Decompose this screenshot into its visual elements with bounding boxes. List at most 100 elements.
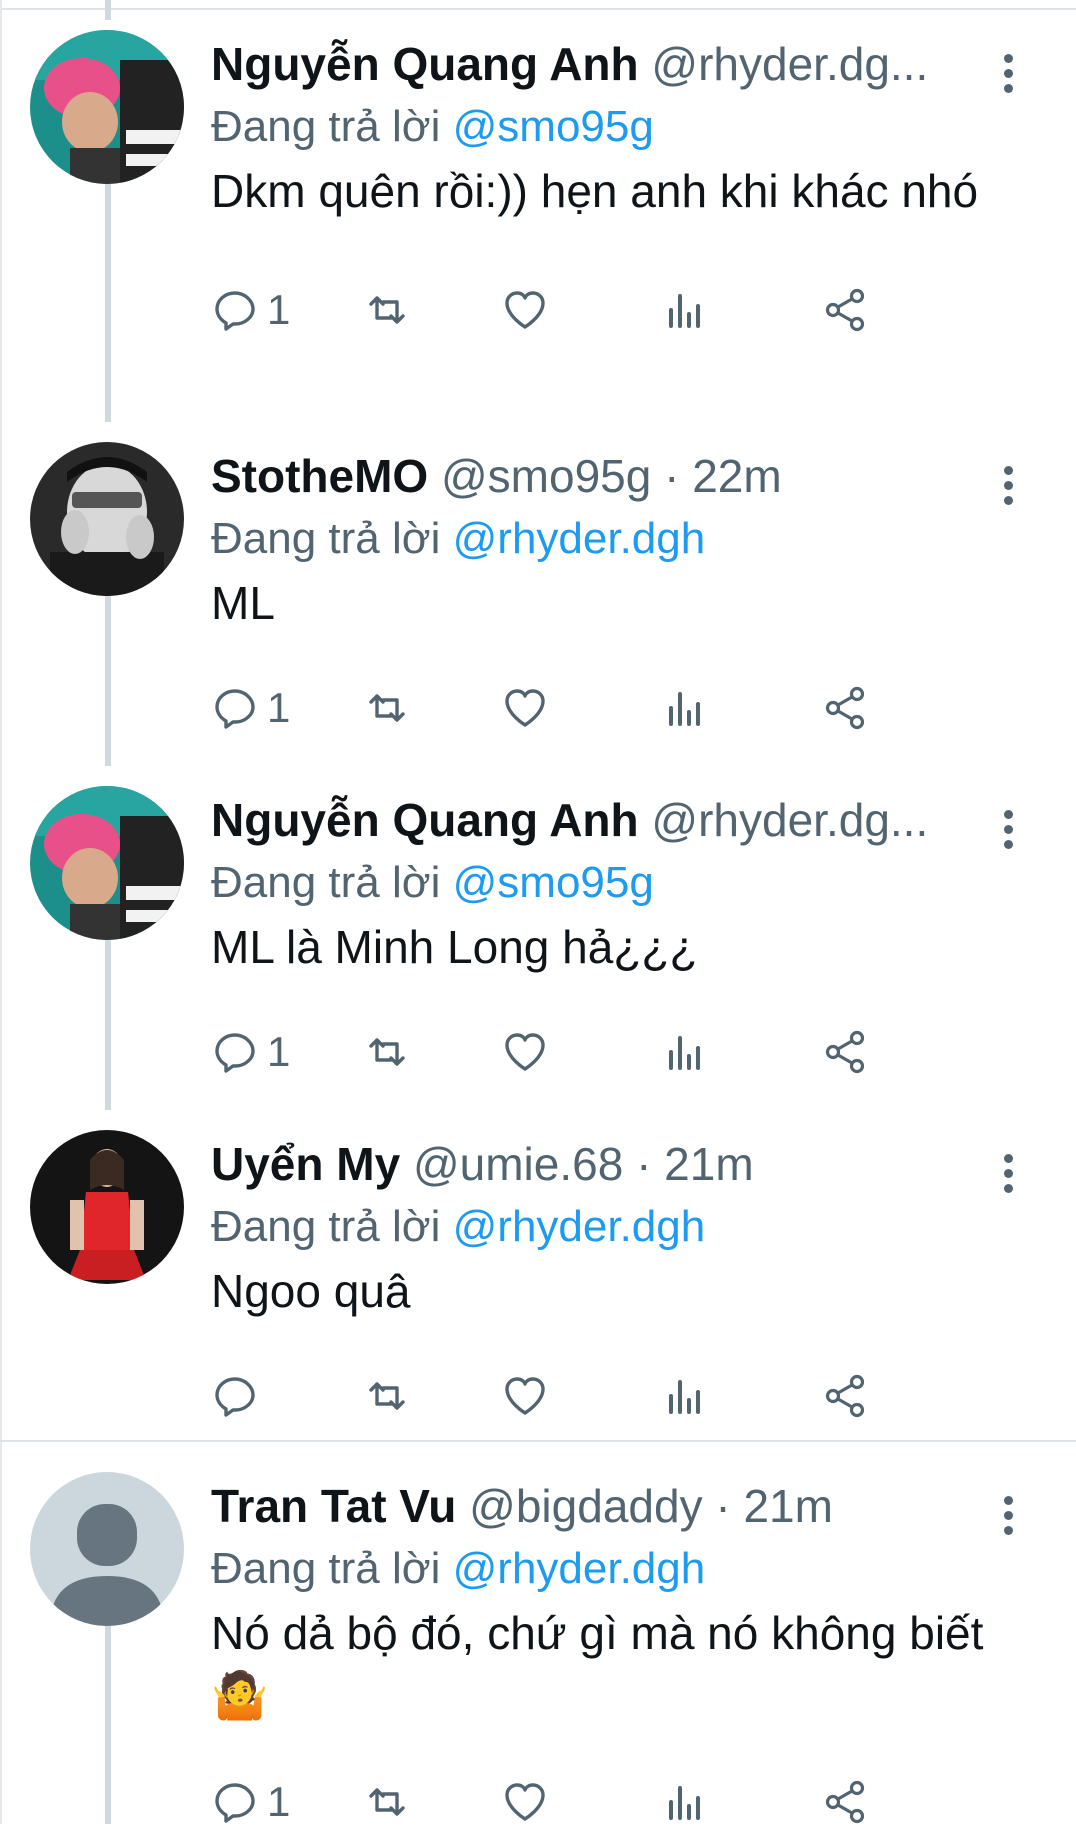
tweet[interactable]: Nguyễn Quang Anh @rhyder.dg... Đang trả …	[0, 766, 1076, 1106]
user-handle[interactable]: @rhyder.dg...	[651, 794, 928, 846]
retweet-icon	[369, 694, 405, 722]
tweet-text: Nó dả bộ đó, chứ gì mà nó không biết 🤷	[211, 1607, 984, 1721]
reply-button[interactable]: 1	[211, 678, 290, 738]
tweet[interactable]: Tran Tat Vu @bigdaddy · 21m Đang trả lời…	[0, 1452, 1076, 1825]
analytics-button[interactable]	[661, 1772, 709, 1832]
reply-mention[interactable]: @smo95g	[453, 858, 654, 907]
retweet-button[interactable]	[363, 678, 411, 738]
reply-mention[interactable]: @rhyder.dgh	[453, 1202, 706, 1251]
display-name[interactable]: Tran Tat Vu	[211, 1480, 456, 1532]
tweet-text: ML là Minh Long hả¿¿¿	[211, 921, 698, 973]
more-options-icon[interactable]	[998, 1492, 1018, 1542]
analytics-button[interactable]	[661, 1022, 709, 1082]
share-button[interactable]	[821, 280, 869, 340]
heart-icon	[505, 689, 545, 727]
more-options-icon[interactable]	[998, 806, 1018, 856]
tweet[interactable]: Nguyễn Quang Anh @rhyder.dg... Đang trả …	[0, 10, 1076, 420]
user-handle[interactable]: @umie.68 · 21m	[413, 1138, 754, 1190]
analytics-button[interactable]	[661, 678, 709, 738]
tweet-header: Tran Tat Vu @bigdaddy · 21m	[211, 1478, 833, 1534]
user-handle[interactable]: @bigdaddy · 21m	[469, 1480, 833, 1532]
analytics-button[interactable]	[661, 280, 709, 340]
reply-count: 1	[267, 684, 291, 731]
reply-button[interactable]: 1	[211, 1022, 290, 1082]
reply-icon	[215, 291, 255, 331]
more-options-icon[interactable]	[998, 462, 1018, 512]
share-button[interactable]	[821, 1022, 869, 1082]
analytics-icon	[669, 294, 700, 328]
tweet-header: Nguyễn Quang Anh @rhyder.dg...	[211, 792, 928, 848]
retweet-button[interactable]	[363, 1772, 411, 1832]
more-options-icon[interactable]	[998, 1150, 1018, 1200]
share-icon	[825, 1030, 865, 1074]
reply-icon	[215, 1377, 255, 1417]
tweet-actions	[211, 1366, 1011, 1426]
reply-button[interactable]	[211, 1366, 259, 1426]
share-button[interactable]	[821, 678, 869, 738]
retweet-button[interactable]	[363, 280, 411, 340]
tweet-text: Ngoo quâ	[211, 1265, 411, 1317]
heart-icon	[505, 291, 545, 329]
tweet-text: ML	[211, 577, 275, 629]
analytics-icon	[669, 1380, 700, 1414]
avatar[interactable]	[30, 1472, 184, 1626]
reply-count: 1	[267, 1028, 291, 1075]
reply-mention[interactable]: @rhyder.dgh	[453, 1544, 706, 1593]
tweet-actions: 1	[211, 280, 1011, 340]
like-button[interactable]	[501, 678, 549, 738]
like-button[interactable]	[501, 1772, 549, 1832]
pink-hair-avatar-image	[30, 786, 184, 940]
reply-prefix: Đang trả lời	[211, 1202, 441, 1251]
reply-button[interactable]: 1	[211, 280, 290, 340]
display-name[interactable]: Nguyễn Quang Anh	[211, 38, 639, 90]
analytics-button[interactable]	[661, 1366, 709, 1426]
like-button[interactable]	[501, 1366, 549, 1426]
reply-mention[interactable]: @smo95g	[453, 102, 654, 151]
reply-icon	[215, 689, 255, 729]
retweet-button[interactable]	[363, 1366, 411, 1426]
share-icon	[825, 1780, 865, 1824]
tweet-actions: 1	[211, 1022, 1011, 1082]
reply-context: Đang trả lời @rhyder.dgh	[211, 512, 705, 566]
more-options-icon[interactable]	[998, 50, 1018, 100]
reply-context: Đang trả lời @smo95g	[211, 856, 654, 910]
tweet[interactable]: Uyển My @umie.68 · 21m Đang trả lời @rhy…	[0, 1110, 1076, 1440]
display-name[interactable]: StotheMO	[211, 450, 428, 502]
tweet-header: StotheMO @smo95g · 22m	[211, 448, 782, 504]
display-name[interactable]: Uyển My	[211, 1138, 400, 1190]
share-icon	[825, 1374, 865, 1418]
share-icon	[825, 288, 865, 332]
retweet-icon	[369, 1038, 405, 1066]
reply-prefix: Đang trả lời	[211, 102, 441, 151]
reply-context: Đang trả lời @rhyder.dgh	[211, 1200, 705, 1254]
analytics-icon	[669, 1786, 700, 1820]
avatar[interactable]	[30, 442, 184, 596]
like-button[interactable]	[501, 1022, 549, 1082]
share-icon	[825, 686, 865, 730]
retweet-icon	[369, 1788, 405, 1816]
tweet-header: Nguyễn Quang Anh @rhyder.dg...	[211, 36, 928, 92]
user-handle[interactable]: @smo95g · 22m	[441, 450, 782, 502]
heart-icon	[505, 1033, 545, 1071]
bw-glasses-avatar-image	[30, 442, 184, 596]
share-button[interactable]	[821, 1772, 869, 1832]
tweet-header: Uyển My @umie.68 · 21m	[211, 1136, 754, 1192]
user-handle[interactable]: @rhyder.dg...	[651, 38, 928, 90]
red-dress-avatar-image	[30, 1130, 184, 1284]
pink-hair-avatar-image	[30, 30, 184, 184]
reply-icon	[215, 1783, 255, 1823]
analytics-icon	[669, 1036, 700, 1070]
analytics-icon	[669, 692, 700, 726]
display-name[interactable]: Nguyễn Quang Anh	[211, 794, 639, 846]
avatar[interactable]	[30, 1130, 184, 1284]
retweet-icon	[369, 296, 405, 324]
share-button[interactable]	[821, 1366, 869, 1426]
reply-mention[interactable]: @rhyder.dgh	[453, 514, 706, 563]
tweet[interactable]: StotheMO @smo95g · 22m Đang trả lời @rhy…	[0, 422, 1076, 762]
retweet-button[interactable]	[363, 1022, 411, 1082]
avatar[interactable]	[30, 30, 184, 184]
avatar[interactable]	[30, 786, 184, 940]
like-button[interactable]	[501, 280, 549, 340]
tweet-text: Dkm quên rồi:)) hẹn anh khi khác nhó	[211, 165, 979, 217]
reply-button[interactable]: 1	[211, 1772, 290, 1832]
